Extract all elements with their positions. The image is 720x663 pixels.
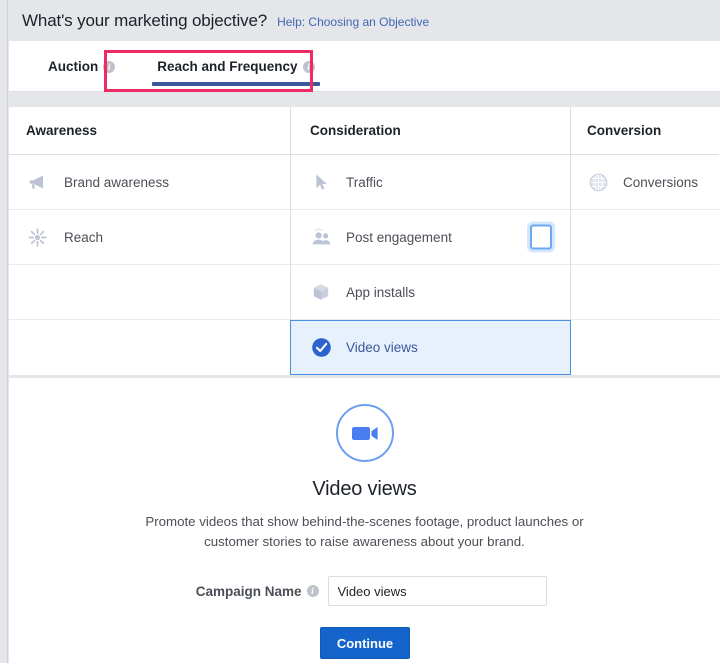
option-label: Post engagement — [346, 229, 452, 245]
tab-auction-label: Auction — [48, 59, 99, 74]
column-header-awareness: Awareness — [9, 107, 290, 155]
campaign-name-label: Campaign Name — [195, 583, 302, 599]
tab-reach-and-frequency[interactable]: Reach and Frequency i — [136, 41, 335, 92]
left-gutter — [0, 0, 8, 663]
empty-cell — [571, 320, 719, 375]
tab-auction[interactable]: Auction i — [27, 41, 136, 92]
option-conversions[interactable]: Conversions — [571, 155, 719, 210]
option-video-views[interactable]: Video views — [290, 320, 571, 375]
starburst-icon — [26, 226, 48, 248]
option-post-engagement[interactable]: Post engagement — [291, 210, 570, 265]
tab-list: Auction i Reach and Frequency i — [9, 41, 336, 92]
option-label: Video views — [346, 340, 418, 355]
campaign-name-input[interactable] — [327, 576, 547, 606]
option-label: App installs — [346, 284, 416, 300]
option-label: Brand awareness — [64, 174, 170, 190]
page-title: What's your marketing objective? — [22, 10, 268, 30]
option-reach[interactable]: Reach — [9, 210, 290, 265]
column-awareness: Awareness Brand awareness Reach — [9, 107, 290, 375]
video-camera-icon — [335, 404, 394, 462]
option-label: Reach — [64, 229, 104, 245]
column-header-consideration: Consideration — [291, 107, 570, 155]
box-icon — [310, 281, 332, 303]
post-engagement-checkbox[interactable] — [530, 224, 552, 250]
objective-page: What's your marketing objective? Help: C… — [0, 0, 720, 663]
people-icon — [310, 226, 332, 248]
empty-cell — [571, 265, 719, 320]
campaign-name-label-wrap: Campaign Name i — [183, 584, 328, 599]
column-conversion: Conversion Conversions — [571, 107, 719, 375]
tab-bar: Auction i Reach and Frequency i — [9, 41, 720, 92]
cursor-arrow-icon — [310, 171, 332, 193]
objective-detail-panel: Video views Promote videos that show beh… — [9, 378, 720, 663]
megaphone-icon — [26, 171, 48, 193]
globe-icon — [587, 171, 609, 193]
option-label: Traffic — [346, 174, 383, 190]
empty-cell — [9, 320, 290, 375]
option-traffic[interactable]: Traffic — [291, 155, 570, 210]
detail-title: Video views — [312, 478, 417, 500]
option-brand-awareness[interactable]: Brand awareness — [9, 155, 290, 210]
option-label: Conversions — [623, 174, 699, 190]
column-header-conversion: Conversion — [571, 107, 719, 155]
continue-wrap: Continue — [9, 627, 720, 663]
tab-reach-and-frequency-label: Reach and Frequency — [157, 59, 298, 74]
campaign-name-row: Campaign Name i — [9, 576, 720, 606]
help-link[interactable]: Help: Choosing an Objective — [277, 15, 429, 29]
info-icon[interactable]: i — [306, 585, 319, 597]
info-icon[interactable]: i — [103, 60, 116, 73]
column-consideration: Consideration Traffic Post engagement Ap… — [290, 107, 571, 375]
continue-button[interactable]: Continue — [320, 627, 410, 659]
check-circle-icon — [310, 337, 332, 359]
section-divider — [9, 92, 720, 107]
detail-icon-wrap — [9, 404, 720, 462]
empty-cell — [571, 210, 719, 265]
page-header: What's your marketing objective? Help: C… — [9, 0, 720, 41]
detail-description: Promote videos that show behind-the-scen… — [145, 514, 584, 549]
option-app-installs[interactable]: App installs — [291, 265, 570, 320]
objective-grid: Awareness Brand awareness Reach Consider… — [9, 107, 720, 375]
empty-cell — [9, 265, 290, 320]
info-icon[interactable]: i — [302, 60, 315, 73]
